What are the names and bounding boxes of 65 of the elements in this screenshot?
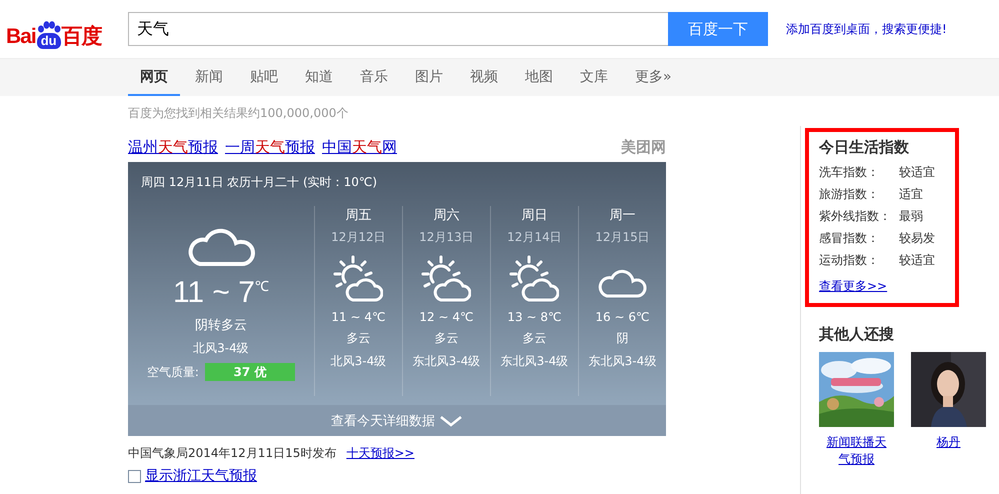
source-site: 美团网 [621,138,666,156]
nav-tab[interactable]: 贴吧 [238,59,290,96]
day-temperature: 16 ~ 6℃ [595,310,650,324]
today-wind: 北风3-4级 [193,340,249,357]
zhejiang-forecast-link[interactable]: 显示浙江天气预报 [145,467,257,485]
related-search-link[interactable]: 新闻联播天气预报 [826,434,888,468]
day-name: 周一 [609,207,636,224]
baidu-logo[interactable]: Bai du 百度 [6,9,112,49]
nav-tab[interactable]: 文库 [568,59,620,96]
day-date: 12月15日 [595,229,650,246]
sun-cloud-icon [509,254,560,304]
ten-day-forecast-link[interactable]: 十天预报>> [346,445,414,462]
day-wind: 东北风3-4级 [500,353,568,370]
index-label: 旅游指数： [819,186,880,202]
nav-tab[interactable]: 知道 [293,59,345,96]
nav-tab[interactable]: 更多» [623,59,684,96]
nav-tab[interactable]: 图片 [403,59,455,96]
day-condition: 阴 [616,330,628,347]
index-label: 运动指数： [819,252,880,268]
panel-title: 今日生活指数 [819,138,910,157]
today-condition: 阴转多云 [194,317,247,334]
day-temperature: 13 ~ 8℃ [507,310,562,324]
index-value: 最弱 [899,208,923,224]
index-value: 较易发 [899,230,935,246]
index-value: 适宜 [899,186,923,202]
day-name: 周六 [433,207,460,224]
day-date: 12月12日 [331,229,386,246]
day-temperature: 11 ~ 4℃ [331,310,386,324]
checkbox[interactable] [128,470,141,482]
air-quality-label: 空气质量: [146,364,199,380]
add-to-desktop-link[interactable]: 添加百度到桌面，搜索更便捷! [786,20,947,38]
nav-tab[interactable]: 音乐 [348,59,400,96]
today-temperature: 11 ~ 7℃ [172,276,269,310]
publish-note: 中国气象局2014年12月11日15时发布 [128,445,336,462]
nav-tab[interactable]: 新闻 [183,59,235,96]
search-field[interactable]: 天气 [128,12,668,46]
related-search-link[interactable]: 杨丹 [918,434,980,451]
index-label: 紫外线指数： [819,208,892,224]
weather-date: 周四 12月11日 农历十月二十 (实时：10℃) [140,174,378,191]
day-condition: 多云 [522,330,546,347]
day-name: 周日 [521,207,548,224]
air-quality-badge: 37 优 [204,363,295,381]
index-value: 较适宜 [899,164,935,180]
section-title: 其他人还搜 [819,325,895,344]
index-value: 较适宜 [899,252,935,268]
day-wind: 东北风3-4级 [588,353,656,370]
day-name: 周五 [345,207,372,224]
index-label: 感冒指数： [819,230,880,246]
day-wind: 北风3-4级 [330,353,386,370]
day-condition: 多云 [434,330,458,347]
nav-tab[interactable]: 视频 [458,59,510,96]
index-label: 洗车指数： [819,164,880,180]
day-temperature: 12 ~ 4℃ [419,310,474,324]
result-title-link[interactable]: 中国天气网 [322,138,397,156]
chevron-down-icon [439,414,463,426]
day-condition: 多云 [346,330,370,347]
result-count: 百度为您找到相关结果约100,000,000个 [128,105,350,122]
day-wind: 东北风3-4级 [412,353,480,370]
see-more-link[interactable]: 查看更多>> [819,278,888,295]
nav-tab[interactable]: 网页 [128,59,180,96]
day-date: 12月14日 [507,229,562,246]
sun-cloud-icon [333,254,384,304]
nav-tab[interactable]: 地图 [513,59,565,96]
sun-cloud-icon [421,254,472,304]
day-date: 12月13日 [419,229,474,246]
